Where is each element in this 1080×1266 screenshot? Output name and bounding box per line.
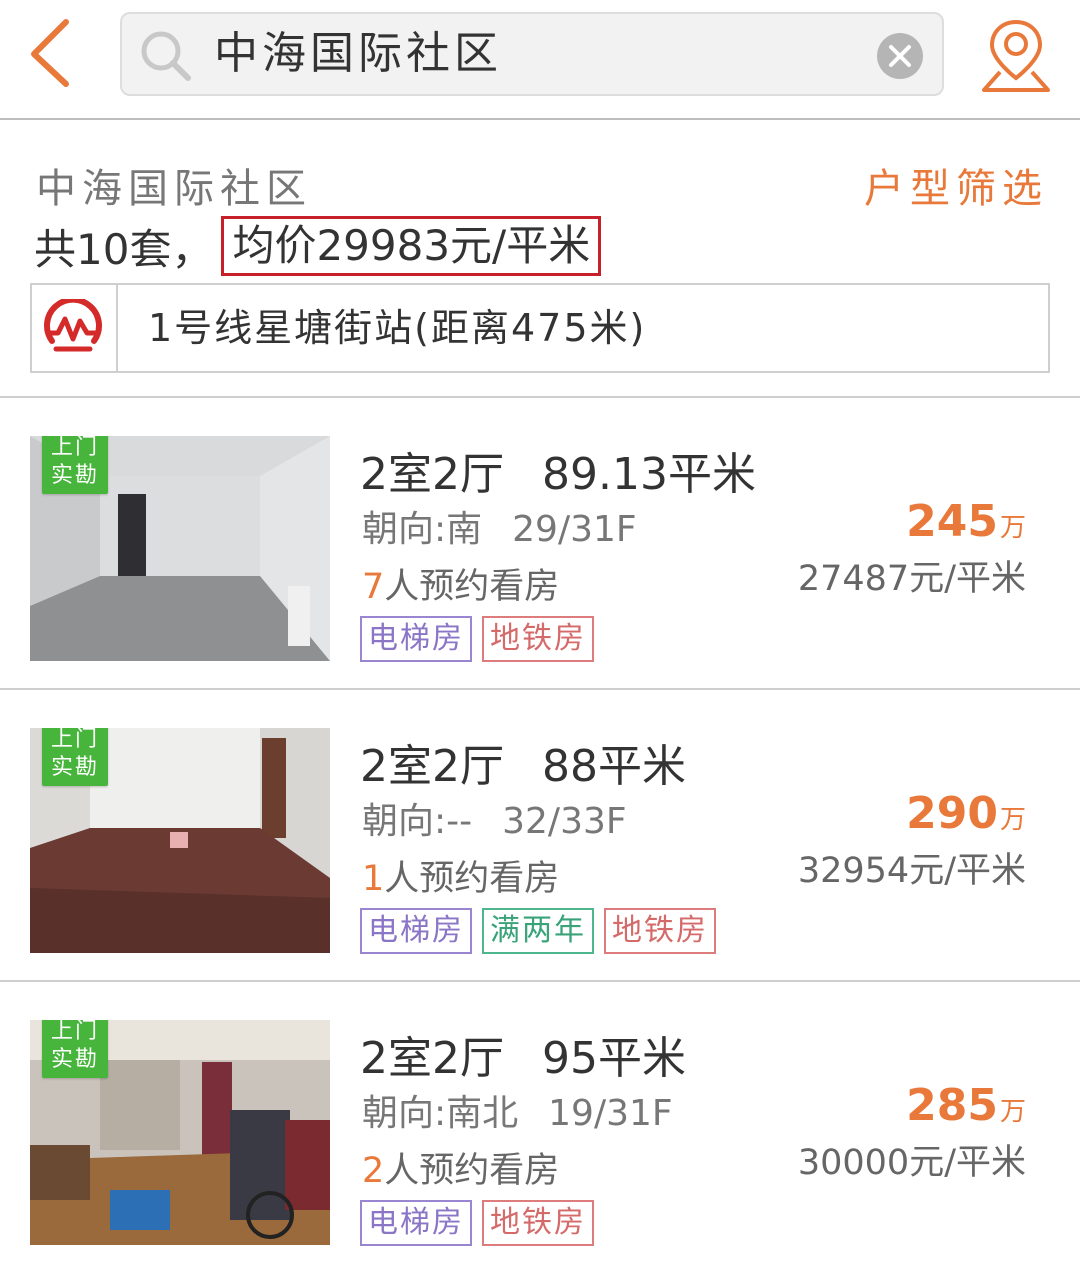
viewers-count: 1 [362,859,385,899]
onsite-verified-badge: 上门 实勘 [42,728,108,786]
listing-info: 2室2厅 88平米 朝向:-- 32/33F 1人预约看房 电梯房 满两年 地铁房 … [360,690,1060,982]
badge-line: 上门 [50,728,99,752]
price-value: 245 [906,496,998,547]
listing-layout-line: 2室2厅 88平米 [360,730,686,794]
location-button[interactable] [978,16,1054,96]
community-summary: 共10套， 均价29983元/平米 [34,216,602,276]
tag-metro: 地铁房 [604,908,716,954]
listing-photo: 上门 实勘 [30,728,330,953]
tag-two-years: 满两年 [482,908,594,954]
search-icon [141,31,191,81]
floor-area: 88平米 [542,741,686,792]
unit-price: 30000元/平米 [797,1143,1026,1183]
metro-logo-cell [32,285,118,371]
layout-filter-link[interactable]: 户型筛选 [864,156,1048,214]
tag-metro: 地铁房 [482,1200,594,1246]
floor-level: 19/31F [548,1093,673,1134]
listing-info: 2室2厅 89.13平米 朝向:南 29/31F 7人预约看房 电梯房 地铁房 24… [360,398,1060,690]
tag-list: 电梯房 地铁房 [360,1200,594,1246]
price-value: 285 [906,1080,998,1131]
floor-area: 95平米 [542,1033,686,1084]
room-layout: 2室2厅 [360,741,504,792]
metro-logo-icon [44,299,102,352]
clear-icon [877,33,923,79]
price-unit: 万 [999,1097,1026,1127]
price-unit: 万 [999,805,1026,835]
community-header: 中海国际社区 户型筛选 共10套， 均价29983元/平米 1号线星塘街站(距离… [0,122,1080,398]
floor-level: 32/33F [502,801,627,842]
metro-station-text: 1号线星塘街站(距离475米) [148,306,647,350]
viewers-suffix: 人预约看房 [384,859,560,899]
unit-price: 32954元/平米 [797,851,1026,891]
badge-line: 实勘 [50,463,99,488]
tag-elevator: 电梯房 [360,908,472,954]
location-pin-icon [982,19,1050,92]
badge-line: 上门 [50,1020,99,1044]
floor-area: 89.13平米 [542,449,756,500]
price-unit: 万 [999,513,1026,543]
tag-list: 电梯房 满两年 地铁房 [360,908,716,954]
top-bar: 中海国际社区 [0,0,1080,120]
total-price: 285万 [906,1080,1026,1131]
price-value: 290 [906,788,998,839]
viewing-appointments: 1人预约看房 [362,850,559,901]
listing-detail-line: 朝向:-- 32/33F [362,792,627,844]
listing-photo: 上门 实勘 [30,1020,330,1245]
listing-count: 共10套， [34,224,214,274]
viewers-suffix: 人预约看房 [384,567,560,607]
orientation: 朝向:-- [362,801,473,842]
tag-elevator: 电梯房 [360,616,472,662]
metro-info[interactable]: 1号线星塘街站(距离475米) [30,283,1050,373]
back-button[interactable] [26,18,86,88]
badge-line: 实勘 [50,1047,99,1072]
clear-search-button[interactable] [876,32,924,80]
search-input[interactable]: 中海国际社区 [120,12,944,96]
viewers-count: 7 [362,567,385,607]
average-price: 均价29983元/平米 [221,216,602,276]
unit-price: 27487元/平米 [797,559,1026,599]
viewing-appointments: 7人预约看房 [362,558,559,609]
total-price: 245万 [906,496,1026,547]
floor-level: 29/31F [512,509,637,550]
onsite-verified-badge: 上门 实勘 [42,436,108,494]
listing-layout-line: 2室2厅 95平米 [360,1022,686,1086]
viewers-suffix: 人预约看房 [384,1151,560,1191]
search-query: 中海国际社区 [214,28,502,79]
total-price: 290万 [906,788,1026,839]
room-layout: 2室2厅 [360,1033,504,1084]
tag-elevator: 电梯房 [360,1200,472,1246]
listing-info: 2室2厅 95平米 朝向:南北 19/31F 2人预约看房 电梯房 地铁房 285万… [360,982,1060,1266]
orientation: 朝向:南北 [362,1093,519,1134]
listing-item[interactable]: 上门 实勘 2室2厅 89.13平米 朝向:南 29/31F 7人预约看房 电梯房 … [0,398,1080,690]
viewing-appointments: 2人预约看房 [362,1142,559,1193]
listing-detail-line: 朝向:南 29/31F [362,500,637,552]
badge-line: 上门 [50,436,99,460]
listing-detail-line: 朝向:南北 19/31F [362,1084,673,1136]
tag-list: 电梯房 地铁房 [360,616,594,662]
listing-photo: 上门 实勘 [30,436,330,661]
room-layout: 2室2厅 [360,449,504,500]
viewers-count: 2 [362,1151,385,1191]
tag-metro: 地铁房 [482,616,594,662]
badge-line: 实勘 [50,755,99,780]
listing-item[interactable]: 上门 实勘 2室2厅 88平米 朝向:-- 32/33F 1人预约看房 电梯房 满两… [0,690,1080,982]
listing-layout-line: 2室2厅 89.13平米 [360,438,756,502]
orientation: 朝向:南 [362,509,483,550]
onsite-verified-badge: 上门 实勘 [42,1020,108,1078]
listing-item[interactable]: 上门 实勘 2室2厅 95平米 朝向:南北 19/31F 2人预约看房 电梯房 地铁… [0,982,1080,1266]
community-name: 中海国际社区 [36,166,312,212]
chevron-left-icon [31,19,69,87]
